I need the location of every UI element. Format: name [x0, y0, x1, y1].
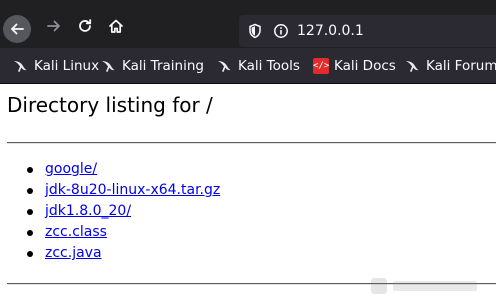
divider — [7, 142, 496, 144]
kali-docs-icon: </> — [313, 58, 329, 74]
info-icon[interactable] — [273, 23, 289, 43]
shield-icon[interactable] — [247, 23, 263, 43]
arrow-right-icon — [47, 20, 60, 32]
file-link[interactable]: google/ — [45, 159, 97, 180]
page-title: Directory listing for / — [7, 93, 213, 117]
reload-button[interactable] — [72, 13, 98, 39]
bookmark-label: Kali Forums — [426, 58, 496, 74]
bookmark-kali-forums[interactable]: Kali Forums — [405, 57, 496, 75]
page-content: Directory listing for / google/ jdk-8u20… — [0, 84, 496, 302]
kali-dragon-icon — [101, 58, 117, 74]
file-link[interactable]: zcc.java — [45, 243, 102, 264]
browser-toolbar: 127.0.0.1 — [0, 0, 496, 48]
file-link[interactable]: jdk1.8.0_20/ — [45, 201, 131, 222]
forward-button[interactable] — [41, 13, 67, 39]
home-icon — [109, 19, 123, 33]
address-bar[interactable]: 127.0.0.1 — [239, 15, 496, 47]
bookmark-kali-tools[interactable]: Kali Tools — [217, 57, 300, 75]
bookmark-kali-docs[interactable]: </> Kali Docs — [313, 57, 396, 75]
bookmark-label: Kali Training — [122, 58, 204, 74]
kali-dragon-icon — [217, 58, 233, 74]
kali-dragon-icon — [13, 58, 29, 74]
bookmark-label: Kali Docs — [334, 58, 396, 74]
bookmarks-toolbar: Kali Linux Kali Training Kali Tools </> … — [0, 48, 496, 84]
url-text[interactable]: 127.0.0.1 — [297, 21, 364, 41]
back-button[interactable] — [3, 15, 31, 43]
home-button[interactable] — [103, 13, 129, 39]
file-link[interactable]: jdk-8u20-linux-x64.tar.gz — [45, 180, 220, 201]
file-link[interactable]: zcc.class — [45, 222, 107, 243]
kali-dragon-icon — [405, 58, 421, 74]
bookmark-kali-linux[interactable]: Kali Linux — [13, 57, 99, 75]
arrow-left-icon — [11, 23, 24, 35]
reload-icon — [79, 19, 92, 32]
bookmark-label: Kali Tools — [238, 58, 300, 74]
bookmark-label: Kali Linux — [34, 58, 100, 74]
watermark-logo — [371, 278, 477, 294]
bookmark-kali-training[interactable]: Kali Training — [101, 57, 204, 75]
